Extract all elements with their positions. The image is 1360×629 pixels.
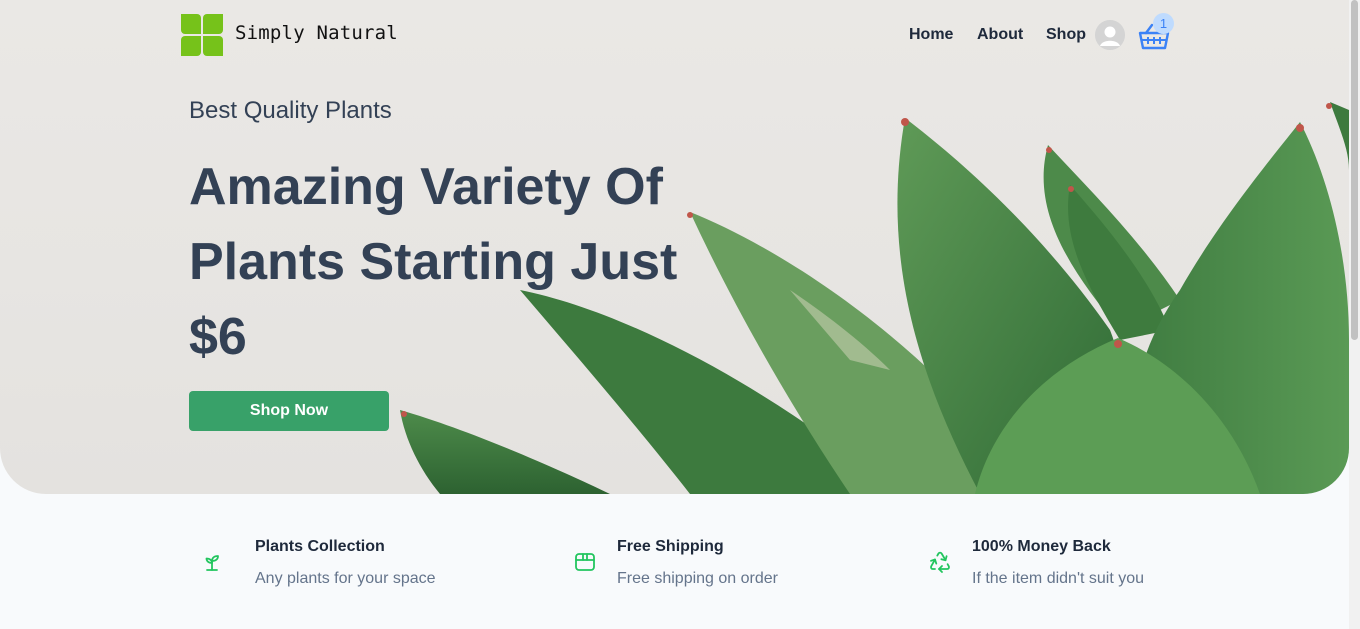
feature-description: If the item didn't suit you (972, 570, 1145, 587)
feature-description: Any plants for your space (255, 570, 436, 587)
headline-line-3: $6 (189, 308, 247, 366)
feature-title: Free Shipping (617, 538, 724, 555)
feature-title: 100% Money Back (972, 538, 1111, 555)
headline-line-1: Amazing Variety Of (189, 158, 663, 216)
feature-title: Plants Collection (255, 538, 385, 555)
cart-count-badge: 1 (1153, 13, 1174, 34)
scrollbar-thumb[interactable] (1351, 0, 1358, 340)
nav-shop-link[interactable]: Shop (1046, 26, 1086, 44)
sprout-icon (205, 555, 219, 571)
clover-logo-icon[interactable] (179, 12, 225, 58)
recycle-icon (930, 551, 950, 573)
brand-name[interactable]: Simply Natural (235, 22, 398, 44)
nav-about-link[interactable]: About (977, 26, 1023, 44)
box-icon (575, 553, 595, 571)
shop-now-button[interactable]: Shop Now (189, 391, 389, 431)
page-scrollbar[interactable] (1349, 0, 1360, 629)
site-header: Simply Natural Home About Shop 1 (0, 0, 1349, 70)
headline-line-2: Plants Starting Just (189, 233, 678, 291)
hero-headline: Amazing Variety Of Plants Starting Just … (189, 150, 709, 375)
user-avatar-icon[interactable] (1095, 20, 1125, 50)
nav-home-link[interactable]: Home (909, 26, 953, 44)
feature-description: Free shipping on order (617, 570, 778, 587)
hero-tagline: Best Quality Plants (189, 97, 392, 124)
